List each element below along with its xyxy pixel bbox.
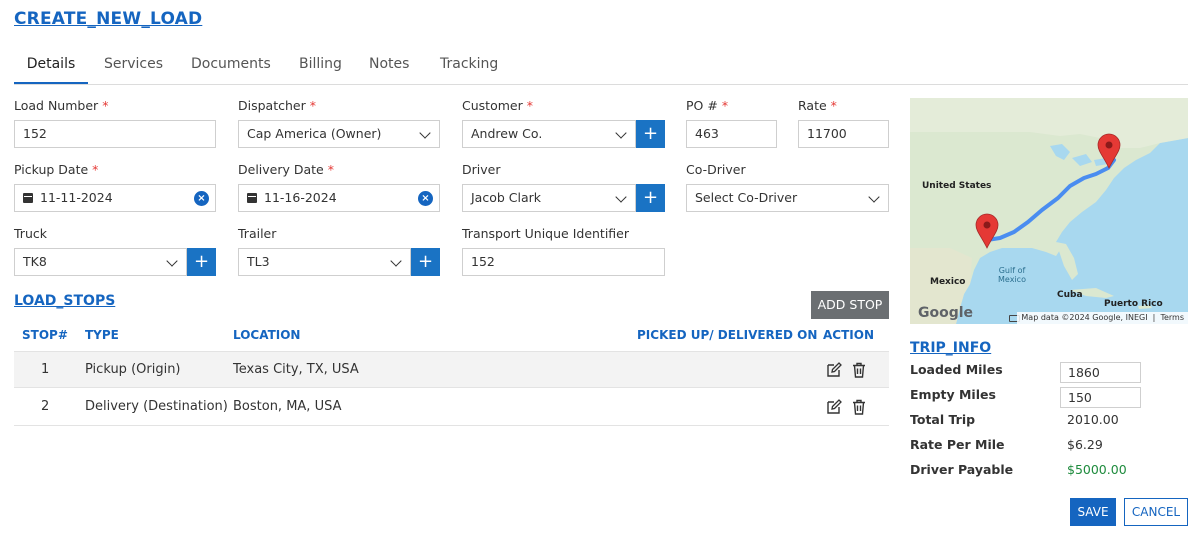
pickup-date-value: 11-11-2024 [40, 190, 113, 205]
transport-uid-label: Transport Unique Identifier [462, 226, 630, 241]
stop-type: Delivery (Destination) [85, 399, 228, 414]
map-label-gulf: Gulf of Mexico [998, 266, 1026, 284]
dispatcher-value: Cap America (Owner) [247, 126, 382, 141]
driver-label: Driver [462, 162, 501, 177]
column-header-stop: STOP# [22, 328, 68, 342]
chevron-down-icon [615, 127, 627, 139]
chevron-down-icon [390, 255, 402, 267]
chevron-down-icon [419, 127, 431, 139]
co-driver-value: Select Co-Driver [695, 190, 798, 205]
loaded-miles-input[interactable]: 1860 [1060, 362, 1141, 383]
tab-documents[interactable]: Documents [191, 56, 271, 84]
customer-value: Andrew Co. [471, 126, 543, 141]
truck-value: TK8 [23, 254, 47, 269]
co-driver-select[interactable]: Select Co-Driver [686, 184, 889, 212]
customer-select[interactable]: Andrew Co. [462, 120, 636, 148]
load-number-label: Load Number * [14, 98, 109, 113]
map-label-united-states: United States [922, 181, 992, 191]
delivery-date-value: 11-16-2024 [264, 190, 337, 205]
load-stops-title: LOAD_STOPS [14, 293, 116, 309]
page-title: CREATE_NEW_LOAD [14, 9, 203, 29]
cancel-button[interactable]: CANCEL [1124, 498, 1188, 526]
trash-icon[interactable] [850, 398, 868, 416]
map-canvas [910, 98, 1188, 324]
chevron-down-icon [166, 255, 178, 267]
map-attribution: Map data ©2024 Google, INEGI | Terms [1017, 312, 1188, 324]
column-header-type: TYPE [85, 328, 119, 342]
pickup-date-input[interactable]: 11-11-2024 × [14, 184, 216, 212]
driver-payable-value: $5000.00 [1067, 462, 1127, 477]
transport-uid-input[interactable]: 152 [462, 248, 665, 276]
truck-select[interactable]: TK8 [14, 248, 187, 276]
calendar-icon [23, 193, 33, 203]
table-row: 1 Pickup (Origin) Texas City, TX, USA [14, 351, 889, 388]
pickup-date-label: Pickup Date * [14, 162, 99, 177]
driver-value: Jacob Clark [471, 190, 542, 205]
load-number-input[interactable]: 152 [14, 120, 216, 148]
customer-label: Customer * [462, 98, 533, 113]
po-label: PO # * [686, 98, 729, 113]
save-button[interactable]: SAVE [1070, 498, 1116, 526]
table-row: 2 Delivery (Destination) Boston, MA, USA [14, 389, 889, 426]
co-driver-label: Co-Driver [686, 162, 746, 177]
trash-icon[interactable] [850, 361, 868, 379]
column-header-location: LOCATION [233, 328, 301, 342]
rate-input[interactable]: 11700 [798, 120, 889, 148]
stop-location: Boston, MA, USA [233, 399, 342, 414]
add-truck-button[interactable]: + [187, 248, 216, 276]
add-driver-button[interactable]: + [636, 184, 665, 212]
trailer-select[interactable]: TL3 [238, 248, 411, 276]
column-header-date: PICKED UP/ DELIVERED ON [637, 328, 818, 342]
trailer-value: TL3 [247, 254, 270, 269]
trip-info-title: TRIP_INFO [910, 340, 992, 356]
map-label-puerto-rico: Puerto Rico [1104, 299, 1163, 309]
total-trip-label: Total Trip [910, 412, 976, 427]
stop-type: Pickup (Origin) [85, 362, 181, 377]
driver-select[interactable]: Jacob Clark [462, 184, 636, 212]
trailer-label: Trailer [238, 226, 277, 241]
total-trip-value: 2010.00 [1067, 412, 1119, 427]
calendar-icon [247, 193, 257, 203]
tab-services[interactable]: Services [104, 56, 163, 84]
tab-billing[interactable]: Billing [299, 56, 342, 84]
tab-bar: Details Services Documents Billing Notes… [14, 52, 1188, 85]
chevron-down-icon [615, 191, 627, 203]
stop-number: 1 [41, 362, 50, 377]
delivery-date-input[interactable]: 11-16-2024 × [238, 184, 440, 212]
tab-details[interactable]: Details [14, 56, 88, 84]
route-map[interactable]: United States Mexico Gulf of Mexico Cuba… [910, 98, 1188, 324]
chevron-down-icon [868, 191, 880, 203]
tab-notes[interactable]: Notes [369, 56, 409, 84]
column-header-action: ACTION [823, 328, 874, 342]
clear-icon[interactable]: × [194, 191, 209, 206]
add-customer-button[interactable]: + [636, 120, 665, 148]
map-label-cuba: Cuba [1057, 290, 1083, 300]
edit-icon[interactable] [825, 398, 843, 416]
truck-label: Truck [14, 226, 47, 241]
driver-payable-label: Driver Payable [910, 462, 1014, 477]
map-terms-link[interactable]: Terms [1160, 313, 1184, 322]
stop-location: Texas City, TX, USA [233, 362, 359, 377]
rate-label: Rate * [798, 98, 837, 113]
tab-tracking[interactable]: Tracking [440, 56, 498, 84]
add-trailer-button[interactable]: + [411, 248, 440, 276]
add-stop-button[interactable]: ADD STOP [811, 291, 889, 319]
clear-icon[interactable]: × [418, 191, 433, 206]
delivery-date-label: Delivery Date * [238, 162, 334, 177]
rate-per-mile-label: Rate Per Mile [910, 437, 1005, 452]
google-logo: Google [918, 305, 974, 321]
dispatcher-label: Dispatcher * [238, 98, 316, 113]
po-input[interactable]: 463 [686, 120, 777, 148]
stop-number: 2 [41, 399, 50, 414]
map-label-mexico: Mexico [930, 277, 966, 287]
loaded-miles-label: Loaded Miles [910, 362, 1003, 377]
rate-per-mile-value: $6.29 [1067, 437, 1103, 452]
empty-miles-label: Empty Miles [910, 387, 996, 402]
empty-miles-input[interactable]: 150 [1060, 387, 1141, 408]
dispatcher-select[interactable]: Cap America (Owner) [238, 120, 440, 148]
edit-icon[interactable] [825, 361, 843, 379]
map-land-florida [1056, 242, 1078, 280]
